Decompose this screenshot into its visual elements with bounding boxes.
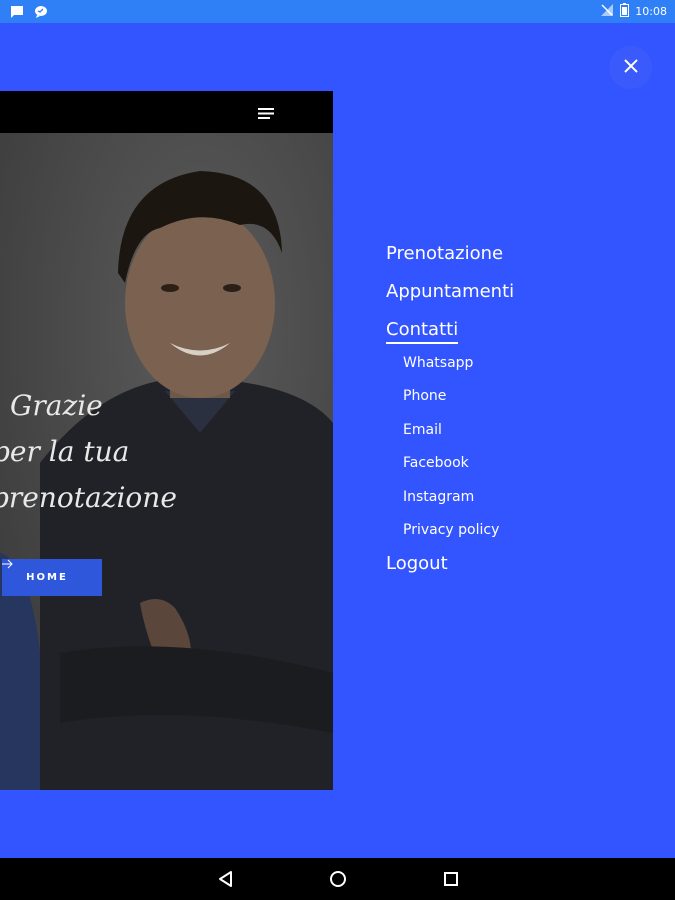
battery-icon [620, 3, 630, 20]
submenu-item-instagram[interactable]: Instagram [386, 486, 514, 519]
submenu-item-privacy-policy[interactable]: Privacy policy [386, 519, 514, 552]
submenu-item-phone[interactable]: Phone [386, 385, 514, 418]
menu-item-contatti-wrapper: Contatti [386, 317, 514, 355]
thanks-line-3: prenotazione [0, 481, 177, 514]
hero-photo: Grazie per la tua prenotazione HOME [0, 133, 333, 790]
preview-header [0, 91, 333, 133]
system-navigation-bar [0, 858, 675, 900]
submenu-item-email[interactable]: Email [386, 419, 514, 452]
contatti-submenu: Whatsapp Phone Email Facebook Instagram … [386, 352, 514, 552]
menu-item-contatti[interactable]: Contatti [386, 318, 459, 344]
submenu-item-facebook[interactable]: Facebook [386, 452, 514, 485]
menu-item-appuntamenti[interactable]: Appuntamenti [386, 279, 514, 317]
navigation-menu: Prenotazione Appuntamenti Contatti Whats… [386, 241, 514, 589]
no-signal-icon [600, 3, 614, 20]
menu-item-logout[interactable]: Logout [386, 551, 514, 589]
back-icon[interactable] [216, 869, 236, 889]
status-bar: 10:08 [0, 0, 675, 23]
submenu-item-whatsapp[interactable]: Whatsapp [386, 352, 514, 385]
chat-bubble-icon [34, 4, 48, 23]
home-circle-icon[interactable] [328, 869, 348, 889]
thanks-line-2: per la tua [0, 435, 130, 468]
thank-you-message: Grazie per la tua prenotazione [0, 383, 177, 521]
menu-overlay: Grazie per la tua prenotazione HOME Pren… [0, 23, 675, 858]
thanks-line-1: Grazie [10, 389, 103, 422]
home-button-label: HOME [26, 572, 68, 583]
close-icon [623, 58, 638, 77]
message-icon [10, 4, 24, 23]
status-time: 10:08 [635, 5, 667, 18]
hamburger-menu-icon[interactable] [258, 105, 274, 124]
menu-item-prenotazione[interactable]: Prenotazione [386, 241, 514, 279]
page-preview[interactable]: Grazie per la tua prenotazione HOME [0, 91, 333, 790]
home-button[interactable]: HOME [2, 559, 102, 596]
recents-square-icon[interactable] [441, 869, 461, 889]
close-menu-button[interactable] [609, 46, 652, 89]
